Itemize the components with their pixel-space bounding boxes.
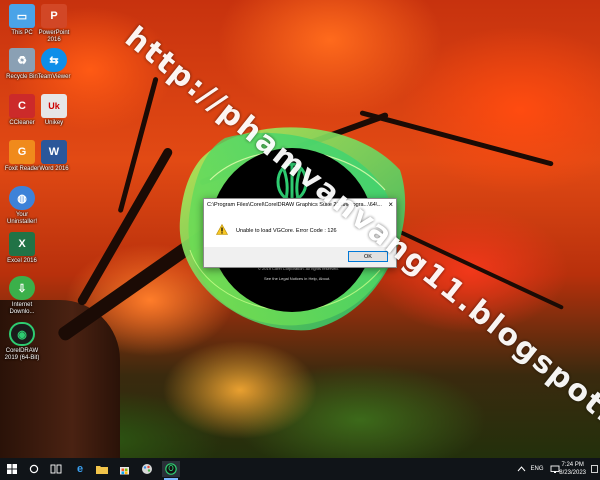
- error-message: Unable to load VGCore. Error Code : 126: [236, 228, 337, 234]
- powerpoint-icon: P: [41, 4, 67, 28]
- excel-icon: X: [9, 232, 35, 256]
- icon-label: Unikey: [44, 120, 64, 126]
- language-indicator[interactable]: ENG: [529, 461, 545, 477]
- warning-icon: [216, 224, 228, 235]
- folder-icon: [96, 466, 108, 474]
- icon-label: Your Uninstaller!: [6, 212, 37, 225]
- taskbar-file-explorer[interactable]: [94, 461, 110, 477]
- ccleaner-icon: C: [9, 94, 35, 118]
- desktop: ▭ This PC P PowerPoint 2016 ♻ Recycle Bi…: [0, 0, 600, 458]
- icon-label: TeamViewer: [37, 74, 71, 80]
- icon-label: Excel 2016: [7, 258, 37, 264]
- paint-app-icon: [142, 464, 152, 474]
- close-icon[interactable]: ×: [388, 200, 393, 209]
- unikey-icon: Uk: [41, 94, 67, 118]
- desktop-icon-internet-download-manager[interactable]: ⇩ Internet Downlo...: [2, 276, 42, 316]
- uninstaller-icon: ◍: [9, 186, 35, 210]
- desktop-icon-your-uninstaller[interactable]: ◍ Your Uninstaller!: [2, 186, 42, 226]
- desktop-icon-teamviewer[interactable]: ⇆ TeamViewer: [34, 48, 74, 81]
- recycle-bin-icon: ♻: [9, 48, 35, 72]
- desktop-icon-powerpoint[interactable]: P PowerPoint 2016: [34, 4, 74, 44]
- desktop-icon-word[interactable]: W Word 2016: [34, 140, 74, 173]
- teamviewer-icon: ⇆: [41, 48, 67, 72]
- taskbar-coreldraw[interactable]: [162, 461, 180, 480]
- coreldraw-taskbar-icon: [165, 463, 177, 475]
- edge-icon: e: [76, 463, 84, 475]
- icon-label: Word 2016: [39, 166, 69, 172]
- splash-legal: See the Legal Notices in Help, About.: [264, 276, 331, 281]
- icon-label: PowerPoint 2016: [38, 30, 70, 43]
- task-view-icon: [50, 464, 62, 474]
- taskbar: e ENG 7:24 PM 8/23/2023: [0, 458, 600, 480]
- task-view-button[interactable]: [48, 461, 64, 477]
- desktop-icon-unikey[interactable]: Uk Unikey: [34, 94, 74, 127]
- taskbar-store[interactable]: [116, 461, 132, 477]
- search-button[interactable]: [26, 461, 42, 477]
- cortana-circle-icon: [29, 464, 39, 474]
- clock-time: 7:24 PM: [561, 462, 584, 468]
- store-bag-icon: [119, 466, 129, 474]
- language-label: ENG: [530, 466, 544, 472]
- word-icon: W: [41, 140, 67, 164]
- icon-label: Internet Downlo...: [9, 302, 35, 315]
- icon-label: CorelDRAW 2019 (64-Bit): [4, 348, 40, 361]
- foxit-icon: G: [9, 140, 35, 164]
- coreldraw-icon: ◉: [9, 322, 35, 346]
- desktop-icon-excel[interactable]: X Excel 2016: [2, 232, 42, 265]
- clock-date: 8/23/2023: [559, 470, 586, 476]
- start-button[interactable]: [4, 461, 20, 477]
- taskbar-app[interactable]: [139, 461, 155, 477]
- action-center-button[interactable]: [590, 461, 598, 477]
- pc-icon: ▭: [9, 4, 35, 28]
- desktop-icon-coreldraw[interactable]: ◉ CorelDRAW 2019 (64-Bit): [2, 322, 42, 362]
- idm-icon: ⇩: [9, 276, 35, 300]
- windows-logo-icon: [7, 464, 17, 474]
- action-center-icon: [590, 465, 598, 473]
- taskbar-clock[interactable]: 7:24 PM 8/23/2023: [559, 461, 586, 477]
- dialog-footer: OK: [204, 247, 396, 267]
- show-desktop-chevron-icon: [517, 466, 525, 472]
- tray-notification-icon[interactable]: [516, 461, 526, 477]
- taskbar-edge[interactable]: e: [72, 461, 88, 477]
